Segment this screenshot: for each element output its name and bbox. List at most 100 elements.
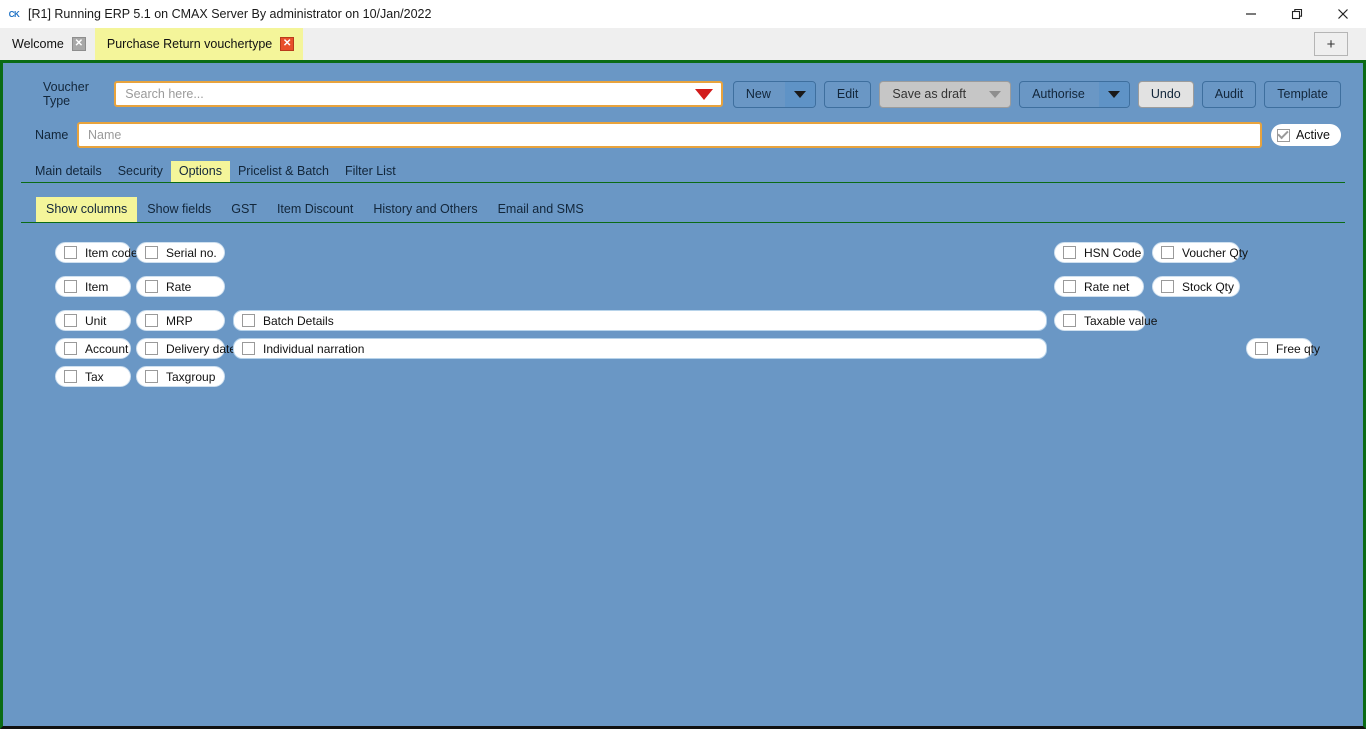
checkbox-icon[interactable] [145,370,158,383]
save-as-draft-button[interactable]: Save as draft [879,80,1012,108]
checkbox-icon[interactable] [64,342,77,355]
voucher-type-search[interactable] [114,81,723,107]
save-as-draft-label: Save as draft [892,87,967,101]
minimize-icon[interactable] [1228,0,1274,28]
column-checkbox-delivery-date[interactable]: Delivery date [136,338,236,359]
checkbox-icon[interactable] [1161,280,1174,293]
sub-tab-item-discount[interactable]: Item Discount [267,197,363,222]
column-checkbox-stock-qty[interactable]: Stock Qty [1152,276,1240,297]
column-checkbox-account[interactable]: Account [55,338,131,359]
document-tab-welcome[interactable]: Welcome ✕ [0,28,95,60]
column-checkbox-label: Free qty [1276,341,1321,356]
column-checkbox-label: Stock Qty [1182,279,1235,294]
column-checkbox-item-code[interactable]: Item code [55,242,138,263]
checkbox-icon[interactable] [64,370,77,383]
column-checkbox-rate-net[interactable]: Rate net [1054,276,1144,297]
column-checkbox-free-qty[interactable]: Free qty [1246,338,1320,359]
window-titlebar: CK [R1] Running ERP 5.1 on CMAX Server B… [0,0,1366,28]
sub-tab-gst[interactable]: GST [221,197,267,222]
name-input[interactable] [79,128,1260,142]
active-checkbox[interactable]: Active [1270,124,1341,146]
checkbox-icon[interactable] [1161,246,1174,259]
column-checkbox-batch-details[interactable]: Batch Details [233,310,1047,331]
active-checkbox-label: Active [1295,128,1330,142]
main-tab-filter-list[interactable]: Filter List [337,161,404,182]
chevron-down-icon[interactable] [784,81,815,107]
chevron-down-icon[interactable] [980,82,1010,107]
close-icon[interactable] [1320,0,1366,28]
main-tab-bar: Main details Security Options Pricelist & B… [21,161,1345,183]
ck-app-icon: CK [8,9,20,19]
main-tab-pricelist-batch[interactable]: Pricelist & Batch [230,161,337,182]
column-checkbox-label: Batch Details [263,313,334,328]
main-content: Voucher Type New Edit Save as draft Auth… [0,63,1366,729]
sub-tab-show-columns[interactable]: Show columns [36,197,138,222]
column-checkbox-label: Tax [85,369,104,384]
undo-button[interactable]: Undo [1137,80,1194,108]
edit-button[interactable]: Edit [823,80,872,108]
checkbox-icon[interactable] [145,280,158,293]
column-checkbox-mrp[interactable]: MRP [136,310,225,331]
column-checkbox-voucher-qty[interactable]: Voucher Qty [1152,242,1248,263]
column-checkbox-label: Voucher Qty [1182,245,1249,260]
template-button[interactable]: Template [1264,80,1341,108]
action-toolbar: New Edit Save as draft Authorise Undo Au… [732,80,1341,108]
column-checkbox-label: Taxable value [1084,313,1158,328]
new-tab-button[interactable]: + [1314,32,1348,56]
authorise-button-label: Authorise [1032,87,1085,101]
column-checkbox-taxable-value[interactable]: Taxable value [1054,310,1157,331]
main-tab-security[interactable]: Security [110,161,171,182]
column-checkbox-item[interactable]: Item [55,276,131,297]
window-title: [R1] Running ERP 5.1 on CMAX Server By a… [28,7,432,21]
name-label: Name [35,128,69,142]
column-checkbox-tax[interactable]: Tax [55,366,131,387]
main-tab-main-details[interactable]: Main details [27,161,110,182]
voucher-type-row: Voucher Type New Edit Save as draft Auth… [3,63,1363,108]
column-checkbox-serial-no-[interactable]: Serial no. [136,242,225,263]
checkbox-icon[interactable] [145,246,158,259]
new-button[interactable]: New [732,80,816,108]
name-field[interactable] [77,122,1262,148]
checkbox-icon[interactable] [242,314,255,327]
checkbox-icon[interactable] [145,342,158,355]
column-checkbox-label: Rate net [1084,279,1130,294]
name-row: Name Active [3,108,1363,148]
document-tab-label: Purchase Return vouchertype [106,37,273,51]
checkbox-icon[interactable] [1063,246,1076,259]
voucher-type-label: Voucher Type [43,80,89,108]
authorise-button[interactable]: Authorise [1019,80,1130,108]
checkbox-icon[interactable] [64,314,77,327]
checkbox-icon[interactable] [145,314,158,327]
search-input[interactable] [116,87,721,101]
column-checkbox-label: Item code [85,245,138,260]
column-checkbox-taxgroup[interactable]: Taxgroup [136,366,225,387]
checkbox-icon[interactable] [64,280,77,293]
close-icon[interactable]: ✕ [71,37,86,51]
audit-button[interactable]: Audit [1201,80,1257,108]
column-checkbox-individual-narration[interactable]: Individual narration [233,338,1047,359]
checkbox-icon[interactable] [242,342,255,355]
sub-tab-email-and-sms[interactable]: Email and SMS [488,197,594,222]
checkbox-icon[interactable] [1063,280,1076,293]
checkbox-icon[interactable] [1255,342,1268,355]
checkbox-icon[interactable] [1063,314,1076,327]
dropdown-caret-icon[interactable] [694,88,713,100]
restore-icon[interactable] [1274,0,1320,28]
main-tab-options[interactable]: Options [170,161,230,182]
chevron-down-icon[interactable] [1098,81,1129,107]
document-tab-purchase-return-vouchertype[interactable]: Purchase Return vouchertype ✕ [94,28,304,60]
column-checkbox-rate[interactable]: Rate [136,276,225,297]
sub-tab-history-and-others[interactable]: History and Others [363,197,487,222]
close-icon[interactable]: ✕ [280,37,295,51]
column-checkbox-label: Account [85,341,129,356]
checkbox-icon[interactable] [1276,128,1290,142]
column-checkbox-label: Rate [166,279,192,294]
document-tabstrip: Welcome ✕ Purchase Return vouchertype ✕ … [0,28,1366,60]
column-checkbox-hsn-code[interactable]: HSN Code [1054,242,1144,263]
sub-tab-show-fields[interactable]: Show fields [137,197,221,222]
column-checkbox-label: Individual narration [263,341,365,356]
column-checkbox-label: Delivery date [166,341,237,356]
column-checkbox-label: Item [85,279,109,294]
column-checkbox-unit[interactable]: Unit [55,310,131,331]
checkbox-icon[interactable] [64,246,77,259]
